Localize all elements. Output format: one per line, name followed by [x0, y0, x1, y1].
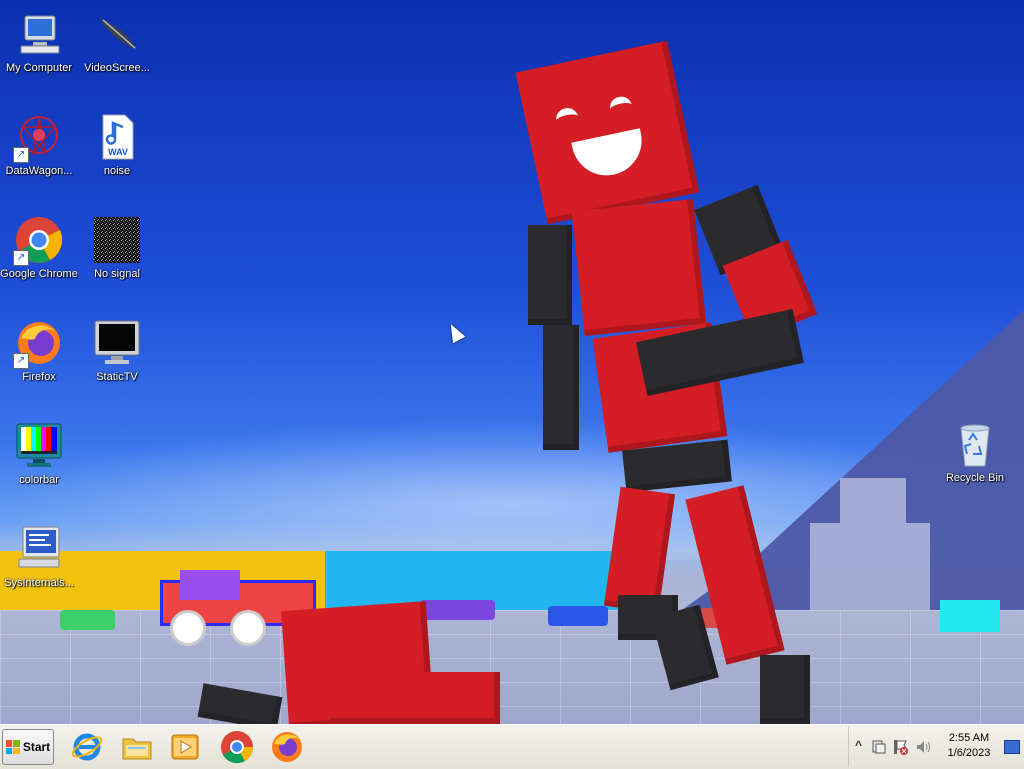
- desktop-icon-label: Google Chrome: [0, 268, 78, 280]
- action-center-icon[interactable]: [871, 739, 887, 758]
- clock-date: 1/6/2023: [947, 747, 991, 759]
- desktop-icon-label: VideoScree...: [84, 62, 150, 74]
- taskbar: Start ^ 2:55 AM 1/6/2023: [0, 724, 1024, 769]
- desktop-icon-videoscreen[interactable]: VideoScree...: [78, 10, 156, 75]
- chrome-icon: ↗: [13, 216, 63, 266]
- volume-icon[interactable]: [915, 739, 931, 758]
- sysinternals-icon: [15, 525, 63, 573]
- shortcut-arrow-icon: ↗: [13, 147, 29, 163]
- shortcut-arrow-icon: ↗: [13, 250, 29, 266]
- desktop-icon-my-computer[interactable]: My Computer: [0, 10, 78, 75]
- windows-logo-icon: [5, 740, 20, 754]
- wallpaper-toy-car: [548, 606, 608, 626]
- firefox-icon: ↗: [13, 319, 63, 369]
- quill-icon: [93, 10, 141, 58]
- colorbar-icon: [15, 422, 63, 470]
- desktop-icon-label: No signal: [94, 268, 140, 280]
- desktop-icon-label: noise: [103, 165, 131, 177]
- desktop-icon-recycle-bin[interactable]: Recycle Bin: [936, 420, 1014, 485]
- desktop-icon-label: SysInternals...: [4, 577, 74, 589]
- desktop-icon-firefox[interactable]: ↗ Firefox: [0, 319, 78, 384]
- desktop-icon-noise[interactable]: WAV noise: [78, 113, 156, 178]
- start-label: Start: [22, 740, 51, 754]
- clock-time: 2:55 AM: [948, 732, 990, 744]
- internet-explorer-icon: [71, 733, 103, 761]
- desktop-icon-label: Recycle Bin: [945, 472, 1005, 484]
- desktop-icon-label: colorbar: [19, 474, 59, 486]
- desktop-icon-datawagon[interactable]: ↗ DataWagon...: [0, 113, 78, 178]
- wallpaper-toy-car: [60, 610, 115, 630]
- chrome-icon: [221, 731, 254, 764]
- desktop-icon-sysinternals[interactable]: SysInternals...: [0, 525, 78, 590]
- wallpaper-floor-grid: [0, 610, 1024, 724]
- desktop-icon-no-signal[interactable]: No signal: [78, 216, 156, 281]
- desktop-icon-label: StaticTV: [96, 371, 138, 383]
- wallpaper-cyan-glow: [940, 600, 1000, 632]
- system-tray: ^ 2:55 AM 1/6/2023: [848, 727, 1024, 767]
- shortcut-arrow-icon: ↗: [13, 353, 29, 369]
- wallpaper-toy-car: [420, 600, 495, 620]
- taskbar-file-explorer-button[interactable]: [120, 730, 154, 764]
- svg-text:WAV: WAV: [108, 147, 128, 157]
- start-button[interactable]: Start: [2, 729, 54, 765]
- file-explorer-icon: [122, 738, 152, 760]
- noise-image-icon: [93, 216, 141, 264]
- computer-icon: [15, 10, 63, 58]
- taskbar-clock[interactable]: 2:55 AM 1/6/2023: [939, 731, 999, 761]
- datawagon-icon: ↗: [13, 113, 63, 163]
- desktop-icon-label: Firefox: [22, 371, 56, 383]
- media-player-icon: [171, 734, 199, 760]
- show-desktop-button[interactable]: [1004, 740, 1020, 754]
- recycle-bin-icon: [951, 420, 999, 468]
- taskbar-firefox-button[interactable]: [270, 730, 304, 764]
- desktop-icon-statictv[interactable]: StaticTV: [78, 319, 156, 384]
- taskbar-chrome-button[interactable]: [220, 730, 254, 764]
- firefox-icon: [272, 732, 302, 762]
- desktop-icon-label: My Computer: [5, 62, 73, 74]
- tray-overflow-button[interactable]: ^: [855, 738, 862, 752]
- network-warning-icon[interactable]: [893, 739, 909, 758]
- wav-file-icon: WAV: [93, 113, 141, 161]
- desktop-icon-label: DataWagon...: [5, 165, 73, 177]
- desktop-icon-colorbar[interactable]: colorbar: [0, 422, 78, 487]
- monitor-icon: [93, 319, 141, 367]
- desktop-icon-google-chrome[interactable]: ↗ Google Chrome: [0, 216, 78, 281]
- taskbar-media-player-button[interactable]: [168, 730, 202, 764]
- taskbar-internet-explorer-button[interactable]: [70, 730, 104, 764]
